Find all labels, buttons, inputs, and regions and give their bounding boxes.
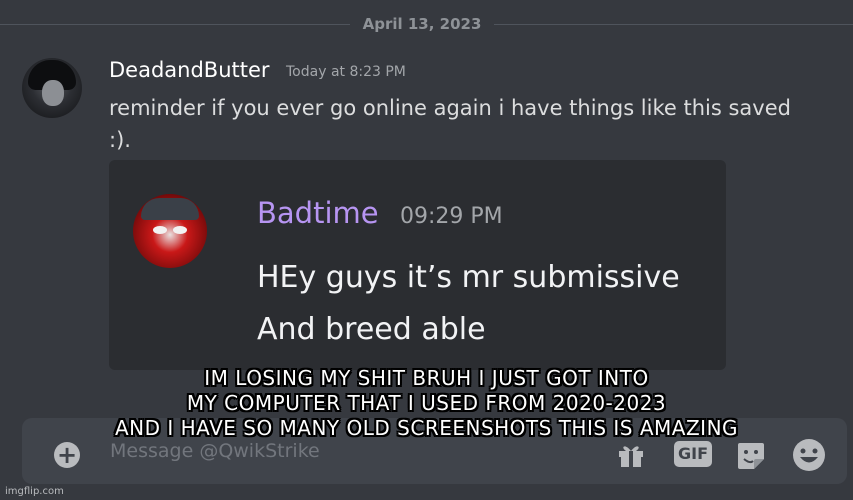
caption-line-3: AND I HAVE SO MANY OLD SCREENSHOTS THIS …: [114, 416, 739, 440]
embed-avatar-cap: [141, 198, 199, 220]
date-label: April 13, 2023: [362, 15, 482, 33]
gift-icon[interactable]: [617, 443, 645, 467]
meme-caption: IM LOSING MY SHIT BRUH I JUST GOT INTO M…: [0, 366, 853, 441]
caption-line-2: MY COMPUTER THAT I USED FROM 2020-2023: [186, 391, 667, 415]
sticker-icon[interactable]: [736, 441, 766, 471]
embed-username: Badtime: [257, 196, 379, 230]
embed-avatar-eye: [153, 226, 167, 234]
avatar-face: [42, 80, 64, 106]
message-text: reminder if you ever go online again i h…: [109, 92, 809, 156]
add-icon[interactable]: +: [54, 442, 80, 468]
embed-line-1: HEy guys it’s mr submissive: [257, 260, 680, 295]
divider-line-left: [0, 24, 350, 25]
embed-message: HEy guys it’s mr submissive And breed ab…: [257, 252, 680, 356]
username[interactable]: DeadandButter: [109, 58, 270, 82]
user-avatar[interactable]: [22, 58, 82, 118]
message-timestamp: Today at 8:23 PM: [286, 64, 406, 80]
embed-avatar-eye: [173, 226, 187, 234]
message-line-1: reminder if you ever go online again i h…: [109, 96, 791, 120]
embed-line-2: And breed able: [257, 312, 486, 347]
embed-avatar: [133, 194, 207, 268]
message-line-2: :).: [109, 128, 131, 152]
message-input[interactable]: Message @QwikStrike: [110, 440, 320, 462]
watermark: imgflip.com: [5, 486, 64, 497]
screenshot-embed[interactable]: Badtime 09:29 PM HEy guys it’s mr submis…: [109, 160, 726, 370]
emoji-icon[interactable]: [792, 438, 826, 472]
gif-icon[interactable]: GIF: [674, 441, 712, 467]
embed-timestamp: 09:29 PM: [400, 204, 503, 229]
date-divider: April 13, 2023: [0, 12, 853, 36]
divider-line-right: [494, 24, 853, 25]
caption-line-1: IM LOSING MY SHIT BRUH I JUST GOT INTO: [204, 366, 649, 390]
